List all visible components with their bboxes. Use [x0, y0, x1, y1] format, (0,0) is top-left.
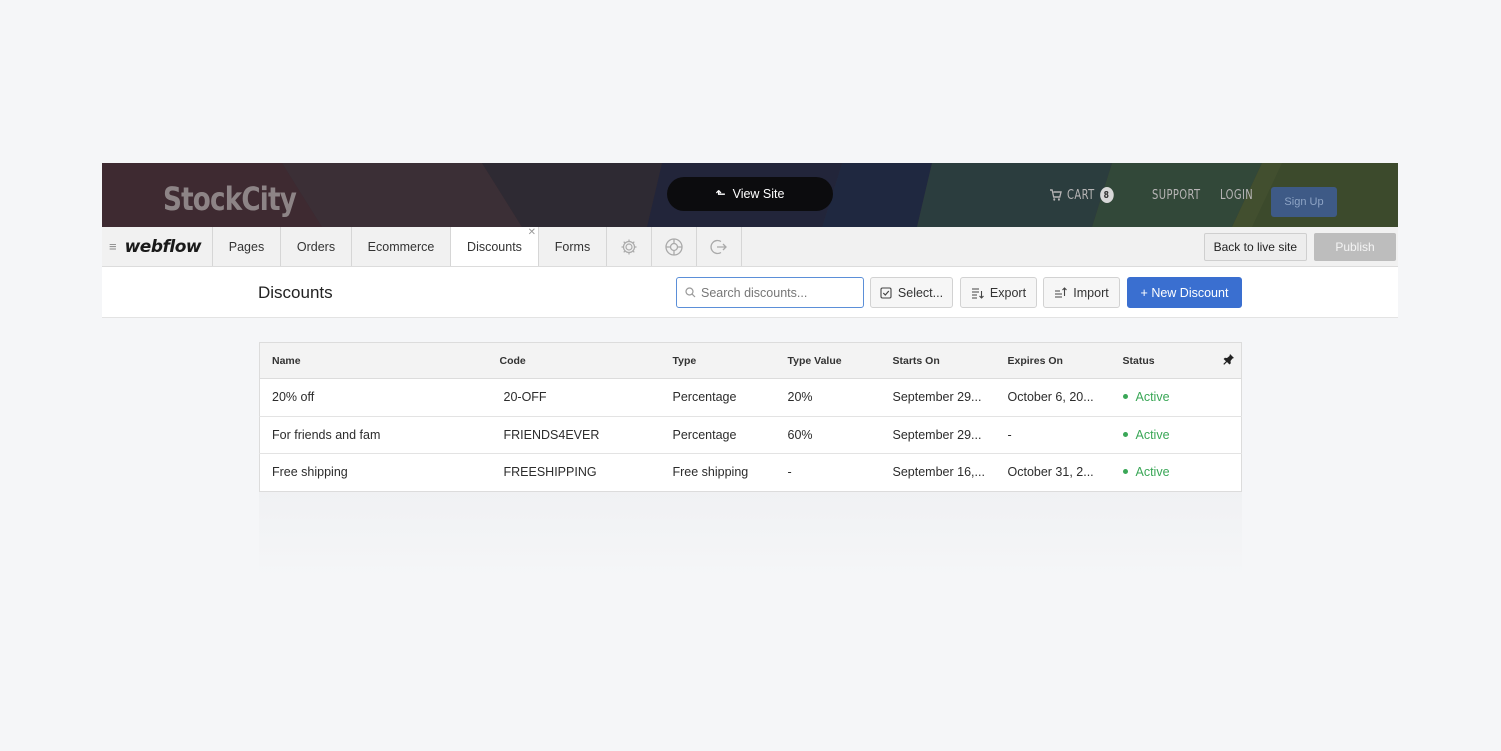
- cell-expires-on: October 6, 20...: [1007, 390, 1094, 405]
- cell-starts-on: September 29...: [892, 390, 982, 405]
- search-icon: [685, 287, 696, 298]
- discounts-table: Name Code Type Type Value Starts On Expi…: [259, 342, 1242, 492]
- cell-name: 20% off: [272, 390, 315, 405]
- status-label: Active: [1135, 427, 1170, 442]
- view-site-button[interactable]: ⬑ View Site: [667, 177, 833, 211]
- table-header-row: Name Code Type Type Value Starts On Expi…: [259, 342, 1242, 379]
- sign-up-button[interactable]: Sign Up: [1271, 187, 1337, 217]
- webflow-logo: webflow: [124, 236, 202, 257]
- table-row[interactable]: For friends and fam FRIENDS4EVER Percent…: [259, 416, 1242, 454]
- page-title: Discounts: [258, 283, 333, 302]
- cell-status: Active: [1122, 454, 1218, 492]
- cell-type-value: 60%: [787, 427, 813, 442]
- cell-type-value: -: [787, 465, 792, 480]
- new-discount-button[interactable]: + New Discount: [1127, 277, 1242, 308]
- publish-button[interactable]: Publish: [1314, 232, 1396, 261]
- tab-ecommerce[interactable]: Ecommerce: [352, 227, 451, 266]
- export-button[interactable]: Export: [960, 277, 1037, 308]
- import-icon: [1055, 286, 1068, 298]
- cell-status: Active: [1122, 416, 1218, 454]
- view-site-label: View Site: [732, 187, 785, 201]
- select-label: Select...: [897, 285, 944, 300]
- login-link[interactable]: LOGIN: [1220, 163, 1253, 227]
- import-button[interactable]: Import: [1043, 277, 1120, 308]
- tab-orders[interactable]: Orders: [281, 227, 352, 266]
- status-dot-icon: [1122, 431, 1128, 437]
- site-banner: StockCity ⬑ View Site CART 8 SUPPORT LOG…: [102, 163, 1398, 227]
- cell-expires-on: -: [1007, 427, 1012, 442]
- status-label: Active: [1135, 465, 1170, 480]
- editor-bar: ≡ webflow Pages Orders Ecommerce Discoun…: [102, 227, 1398, 267]
- cart-label: CART: [1067, 187, 1095, 203]
- cell-code: FRIENDS4EVER: [503, 427, 600, 442]
- cart-count-badge: 8: [1099, 187, 1114, 203]
- column-header-code[interactable]: Code: [499, 342, 673, 379]
- hamburger-icon[interactable]: ≡: [109, 239, 117, 254]
- tab-discounts[interactable]: Discounts ✕: [451, 227, 539, 266]
- cell-code: FREESHIPPING: [503, 465, 597, 480]
- cart-link[interactable]: CART 8: [1050, 163, 1114, 227]
- back-to-live-site-button[interactable]: Back to live site: [1203, 232, 1307, 261]
- column-header-expires-on[interactable]: Expires On: [1007, 342, 1123, 379]
- tab-discounts-label: Discounts: [467, 239, 522, 254]
- cell-name: Free shipping: [272, 465, 348, 480]
- column-header-type-value[interactable]: Type Value: [787, 342, 893, 379]
- cell-type-value: 20%: [787, 390, 813, 405]
- table-row[interactable]: 20% off 20-OFF Percentage 20% September …: [259, 379, 1242, 417]
- logout-tab[interactable]: [697, 227, 742, 266]
- export-label: Export: [989, 285, 1027, 300]
- site-logo[interactable]: StockCity: [163, 183, 297, 215]
- cart-icon: [1050, 189, 1062, 201]
- close-tab-icon[interactable]: ✕: [528, 227, 536, 238]
- search-box[interactable]: [676, 277, 864, 308]
- gear-icon: [621, 239, 637, 254]
- tab-forms[interactable]: Forms: [539, 227, 607, 266]
- cell-empty: [1218, 454, 1242, 492]
- editor-actions: Back to live site Publish: [1203, 227, 1398, 266]
- status-dot-icon: [1122, 469, 1128, 475]
- cell-type: Free shipping: [672, 465, 749, 480]
- pin-icon: [1223, 354, 1235, 365]
- support-link[interactable]: SUPPORT: [1152, 163, 1201, 227]
- logout-icon: [710, 239, 727, 254]
- cell-name: For friends and fam: [272, 427, 381, 442]
- select-button[interactable]: Select...: [870, 277, 953, 308]
- import-label: Import: [1073, 285, 1109, 300]
- column-header-starts-on[interactable]: Starts On: [892, 342, 1008, 379]
- cell-empty: [1218, 379, 1242, 417]
- help-tab[interactable]: [652, 227, 697, 266]
- webflow-menu[interactable]: ≡ webflow: [102, 227, 213, 266]
- tab-pages[interactable]: Pages: [213, 227, 281, 266]
- cell-status: Active: [1122, 379, 1218, 417]
- settings-tab[interactable]: [607, 227, 652, 266]
- discounts-table-container: Name Code Type Type Value Starts On Expi…: [259, 342, 1242, 492]
- cell-type: Percentage: [672, 390, 737, 405]
- arrow-up-icon: ⬑: [715, 187, 726, 201]
- table-row[interactable]: Free shipping FREESHIPPING Free shipping…: [260, 454, 1242, 492]
- cell-code: 20-OFF: [503, 390, 547, 405]
- pin-column-button[interactable]: [1217, 342, 1242, 379]
- cell-expires-on: October 31, 2...: [1007, 465, 1094, 480]
- search-input[interactable]: [701, 285, 851, 300]
- column-header-type[interactable]: Type: [672, 342, 788, 379]
- lifebuoy-icon: [665, 237, 683, 256]
- cell-starts-on: September 29...: [892, 427, 982, 442]
- cell-starts-on: September 16,...: [892, 465, 985, 480]
- checkbox-icon: [880, 286, 892, 299]
- status-label: Active: [1135, 390, 1170, 405]
- column-header-status[interactable]: Status: [1122, 342, 1218, 379]
- cell-empty: [1218, 416, 1242, 454]
- status-dot-icon: [1122, 394, 1128, 400]
- export-icon: [971, 287, 984, 299]
- discounts-toolbar: Discounts Select... Export Import + New …: [102, 267, 1398, 318]
- cell-type: Percentage: [672, 427, 737, 442]
- table-empty-area: [259, 490, 1242, 578]
- column-header-name[interactable]: Name: [259, 342, 500, 379]
